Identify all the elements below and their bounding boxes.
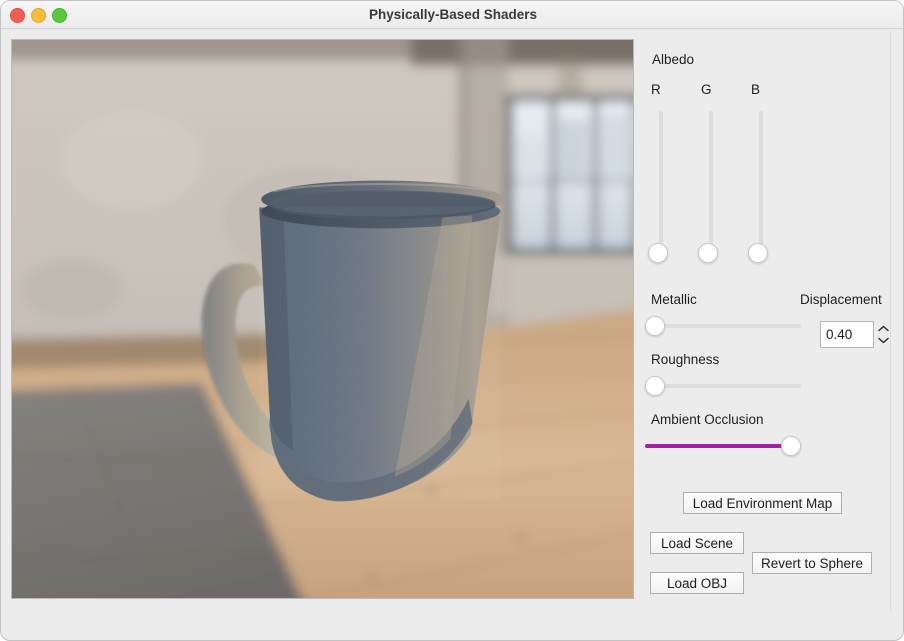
- displacement-input[interactable]: 0.40: [820, 321, 874, 348]
- app-window: Physically-Based Shaders Albedo R G B Me…: [0, 0, 904, 641]
- rendered-scene: [12, 40, 633, 598]
- load-environment-map-button[interactable]: Load Environment Map: [683, 492, 842, 514]
- title-bar: Physically-Based Shaders: [1, 1, 903, 29]
- slider-track: [659, 111, 663, 255]
- slider-fill: [645, 444, 791, 448]
- displacement-spinbox[interactable]: 0.40: [820, 321, 890, 348]
- albedo-g-label: G: [701, 82, 712, 97]
- roughness-label: Roughness: [651, 352, 720, 367]
- metallic-slider[interactable]: [645, 316, 801, 336]
- metallic-label: Metallic: [651, 292, 697, 307]
- albedo-r-label: R: [651, 82, 661, 97]
- stepper-down-icon[interactable]: [876, 334, 890, 347]
- load-obj-button[interactable]: Load OBJ: [650, 572, 744, 594]
- albedo-b-label: B: [751, 82, 761, 97]
- slider-handle[interactable]: [748, 243, 768, 263]
- slider-track: [645, 324, 801, 328]
- ambient-occlusion-slider[interactable]: [645, 436, 801, 456]
- slider-handle[interactable]: [645, 316, 665, 336]
- 3d-render-viewport[interactable]: [11, 39, 634, 599]
- ambient-occlusion-label: Ambient Occlusion: [651, 412, 764, 427]
- slider-handle[interactable]: [781, 436, 801, 456]
- albedo-label: Albedo: [652, 52, 695, 67]
- displacement-stepper[interactable]: [876, 321, 890, 348]
- albedo-b-slider[interactable]: [748, 111, 774, 271]
- revert-to-sphere-button[interactable]: Revert to Sphere: [752, 552, 872, 574]
- displacement-label: Displacement: [800, 292, 882, 307]
- window-title: Physically-Based Shaders: [368, 7, 538, 22]
- roughness-slider[interactable]: [645, 376, 801, 396]
- slider-track: [709, 111, 713, 255]
- slider-track: [645, 384, 801, 388]
- albedo-g-slider[interactable]: [698, 111, 724, 271]
- slider-handle[interactable]: [698, 243, 718, 263]
- albedo-r-slider[interactable]: [648, 111, 674, 271]
- load-scene-button[interactable]: Load Scene: [650, 532, 744, 554]
- slider-handle[interactable]: [648, 243, 668, 263]
- slider-track: [759, 111, 763, 255]
- slider-handle[interactable]: [645, 376, 665, 396]
